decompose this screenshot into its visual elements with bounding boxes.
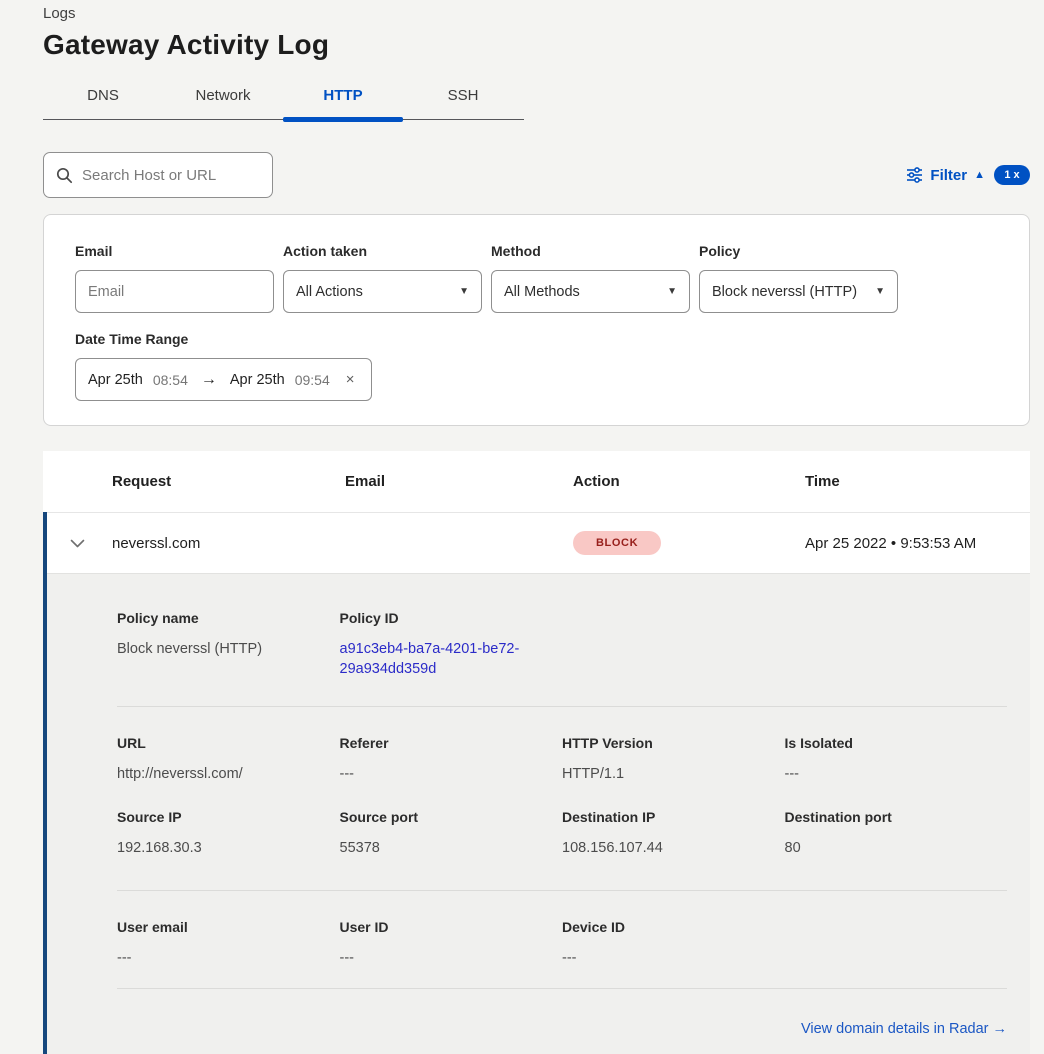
date-range-label: Date Time Range [75,331,372,347]
chevron-down-icon: ▼ [459,286,469,297]
filter-label: Filter [930,167,967,184]
table-row[interactable]: neverssl.com BLOCK Apr 25 2022 • 9:53:53… [43,512,1030,573]
table-header-row: Request Email Action Time [43,451,1030,512]
detail-referer: Referer --- [340,735,563,784]
detail-policy-name: Policy name Block neverssl (HTTP) [117,610,340,679]
log-detail-panel: Policy name Block neverssl (HTTP) Policy… [43,573,1030,1054]
radar-details-link[interactable]: View domain details in Radar → [801,1021,1007,1037]
filter-field-action-taken: Action taken All Actions ▼ [283,243,482,313]
detail-source-port: Source port 55378 [340,809,563,858]
column-header-action: Action [573,473,805,490]
search-box[interactable] [43,152,273,198]
detail-user-id: User ID --- [340,919,563,968]
method-select[interactable]: All Methods ▼ [491,270,690,313]
activity-log-table: Request Email Action Time neverssl.com B… [43,451,1030,1054]
filter-field-method: Method All Methods ▼ [491,243,690,313]
end-date: Apr 25th [230,372,285,388]
tab-http[interactable]: HTTP [283,78,403,119]
action-taken-label: Action taken [283,243,482,259]
end-time: 09:54 [295,372,330,388]
policy-value: Block neverssl (HTTP) [712,284,857,300]
start-date: Apr 25th [88,372,143,388]
detail-http-version: HTTP Version HTTP/1.1 [562,735,785,784]
action-taken-value: All Actions [296,284,363,300]
detail-destination-ip: Destination IP 108.156.107.44 [562,809,785,858]
collapse-caret-icon: ▲ [974,169,985,181]
page-title: Gateway Activity Log [43,29,1030,61]
detail-source-ip: Source IP 192.168.30.3 [117,809,340,858]
detail-user-email: User email --- [117,919,340,968]
row-time: Apr 25 2022 • 9:53:53 AM [805,535,1030,552]
clear-date-range-icon[interactable]: × [346,371,355,388]
policy-select[interactable]: Block neverssl (HTTP) ▼ [699,270,898,313]
filter-field-date-range: Date Time Range Apr 25th 08:54 → Apr 25t… [75,331,372,401]
detail-destination-port: Destination port 80 [785,809,1008,858]
column-header-email: Email [345,473,573,490]
tab-network[interactable]: Network [163,78,283,119]
detail-device-id: Device ID --- [562,919,785,968]
search-input[interactable] [82,167,281,184]
filter-field-policy: Policy Block neverssl (HTTP) ▼ [699,243,898,313]
column-header-request: Request [112,473,345,490]
filter-button[interactable]: Filter ▲ [906,167,985,184]
method-value: All Methods [504,284,580,300]
detail-is-isolated: Is Isolated --- [785,735,1008,784]
policy-id-link[interactable]: a91c3eb4-ba7a-4201-be72-29a934dd359d [340,639,536,679]
tab-ssh[interactable]: SSH [403,78,523,119]
row-chevron-cell[interactable] [43,539,112,548]
filter-group: Filter ▲ 1 x [906,165,1030,185]
detail-policy-id: Policy ID a91c3eb4-ba7a-4201-be72-29a934… [340,610,563,679]
column-header-time: Time [805,473,1030,490]
email-filter-label: Email [75,243,274,259]
filter-panel: Email Action taken All Actions ▼ Method … [43,214,1030,426]
tab-strip: DNS Network HTTP SSH [43,78,524,120]
tab-dns[interactable]: DNS [43,78,163,119]
breadcrumb[interactable]: Logs [43,0,1030,22]
detail-url: URL http://neverssl.com/ [117,735,340,784]
block-status-badge: BLOCK [573,531,661,555]
action-taken-select[interactable]: All Actions ▼ [283,270,482,313]
start-time: 08:54 [153,372,188,388]
chevron-down-icon [70,539,85,548]
filter-field-email: Email [75,243,274,313]
chevron-down-icon: ▼ [875,286,885,297]
filter-count-badge[interactable]: 1 x [994,165,1030,185]
policy-label: Policy [699,243,898,259]
method-label: Method [491,243,690,259]
chevron-down-icon: ▼ [667,286,677,297]
search-icon [56,167,73,184]
arrow-right-icon: → [198,371,220,389]
row-request: neverssl.com [112,535,345,552]
toolbar: Filter ▲ 1 x [43,152,1030,198]
filter-sliders-icon [906,167,923,183]
email-filter-input[interactable] [88,284,261,300]
expanded-log-entry: neverssl.com BLOCK Apr 25 2022 • 9:53:53… [43,512,1030,1054]
date-range-picker[interactable]: Apr 25th 08:54 → Apr 25th 09:54 × [75,358,372,401]
